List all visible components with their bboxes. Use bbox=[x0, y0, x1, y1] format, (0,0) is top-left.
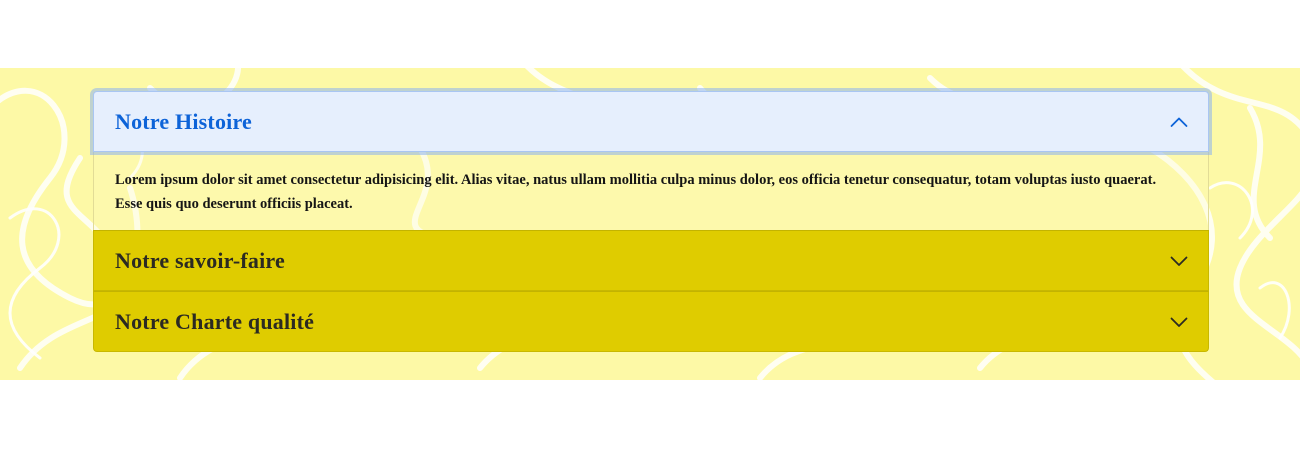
accordion-header-charte-qualite[interactable]: Notre Charte qualité bbox=[93, 291, 1209, 352]
chevron-down-icon bbox=[1170, 256, 1188, 266]
accordion-body-text: Lorem ipsum dolor sit amet consectetur a… bbox=[115, 172, 1157, 212]
chevron-down-icon bbox=[1170, 317, 1188, 327]
accordion-header-histoire[interactable]: Notre Histoire bbox=[93, 91, 1209, 152]
accordion-title: Notre Charte qualité bbox=[115, 308, 315, 334]
accordion-item-histoire: Notre Histoire Lorem ipsum dolor sit ame… bbox=[93, 91, 1209, 230]
chevron-up-icon bbox=[1170, 117, 1188, 127]
accordion-item-savoir-faire: Notre savoir-faire bbox=[93, 230, 1209, 291]
accordion-item-charte-qualite: Notre Charte qualité bbox=[93, 291, 1209, 352]
accordion: Notre Histoire Lorem ipsum dolor sit ame… bbox=[93, 91, 1209, 352]
accordion-title: Notre savoir-faire bbox=[115, 247, 285, 273]
accordion-body-histoire: Lorem ipsum dolor sit amet consectetur a… bbox=[93, 152, 1209, 230]
accordion-title: Notre Histoire bbox=[115, 108, 253, 134]
accordion-header-savoir-faire[interactable]: Notre savoir-faire bbox=[93, 230, 1209, 291]
